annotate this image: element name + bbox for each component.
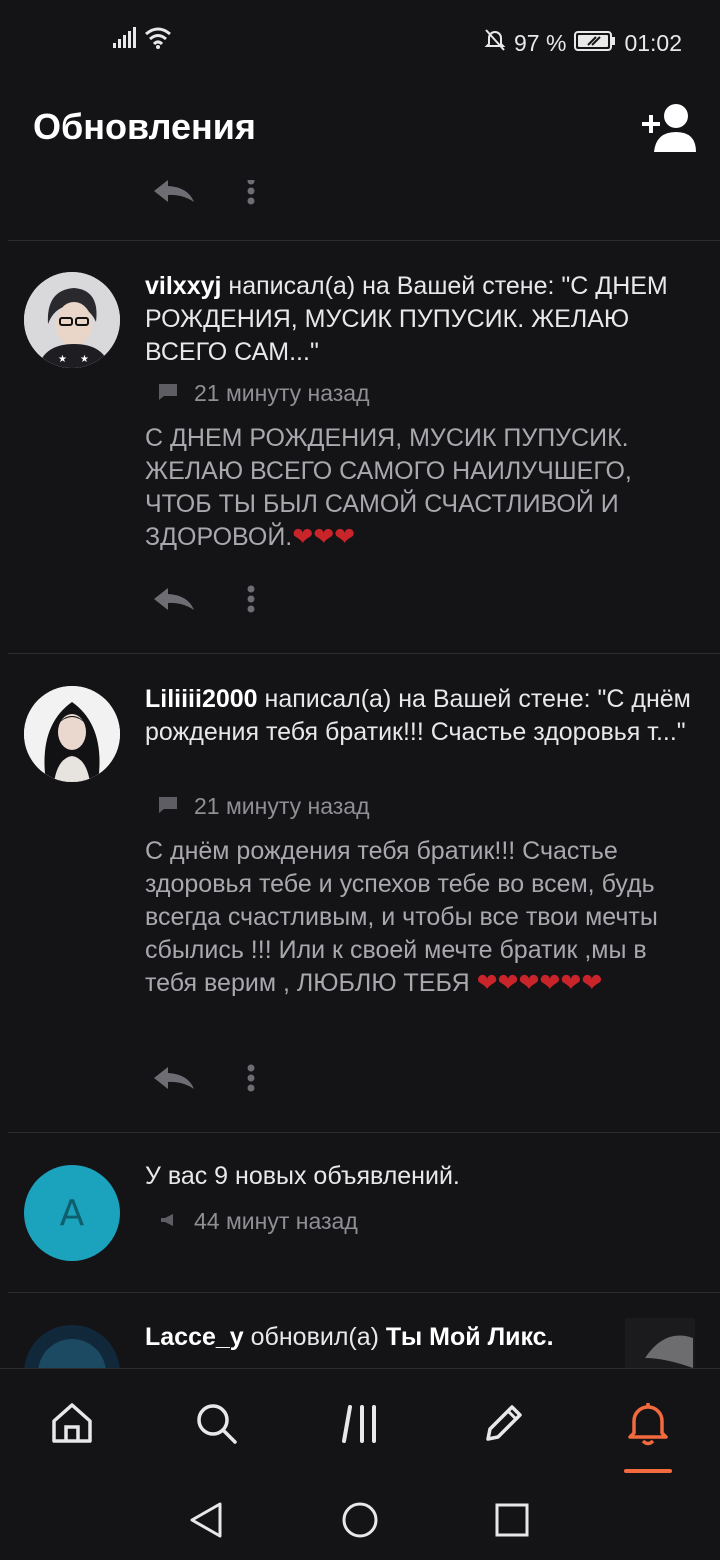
comment-icon [158, 793, 178, 820]
timestamp: 21 минуту назад [194, 793, 370, 819]
action-row [150, 180, 256, 211]
wifi-icon [144, 26, 172, 55]
divider [8, 653, 720, 654]
signal-icon [112, 27, 138, 54]
reply-icon[interactable] [150, 1063, 196, 1098]
battery-icon [574, 30, 616, 57]
divider [8, 1132, 720, 1133]
home-circle-icon[interactable] [341, 1501, 379, 1544]
add-user-icon[interactable] [640, 102, 698, 156]
bottom-navigation [0, 1368, 720, 1480]
bell-icon[interactable] [624, 1399, 672, 1447]
avatar[interactable] [24, 686, 120, 782]
battery-percent: 97 % [514, 29, 567, 56]
timestamp: 21 минуту назад [194, 380, 370, 406]
timestamp: 44 минут назад [194, 1208, 358, 1234]
notifications-feed[interactable]: ★ ★ vilxxyj написал(а) на Вашей стене: "… [0, 180, 720, 1368]
reply-icon[interactable] [150, 180, 196, 211]
svg-text:★: ★ [58, 354, 67, 365]
avatar[interactable]: ★ ★ [24, 272, 120, 368]
active-tab-indicator [624, 1469, 672, 1473]
clock: 01:02 [624, 29, 682, 56]
page-title: Обновления [33, 106, 256, 147]
notification-headline[interactable]: Lacce_y обновил(а) Ты Мой Ликс. [145, 1321, 615, 1354]
search-icon[interactable] [192, 1399, 240, 1447]
post-text: С ДНЕМ РОЖДЕНИЯ, МУСИК ПУПУСИК. ЖЕЛАЮ ВС… [145, 424, 632, 551]
system-navigation [0, 1480, 720, 1560]
feed-icon[interactable] [336, 1399, 384, 1447]
pencil-icon[interactable] [480, 1399, 528, 1447]
username[interactable]: Lacce_y [145, 1323, 244, 1351]
avatar-letter: A [59, 1192, 85, 1234]
action-row [150, 1063, 256, 1098]
back-icon[interactable] [188, 1500, 224, 1545]
mute-bell-icon [484, 28, 506, 58]
avatar[interactable] [24, 1325, 120, 1368]
notification-meta: 21 минуту назад [158, 380, 370, 407]
more-vertical-icon[interactable] [246, 1063, 256, 1098]
notification-headline[interactable]: vilxxyj написал(а) на Вашей стене: "С ДН… [145, 270, 695, 369]
more-vertical-icon[interactable] [246, 180, 256, 211]
status-bar: 97 % 01:02 [0, 0, 720, 84]
recents-icon[interactable] [495, 1503, 529, 1542]
megaphone-icon [158, 1208, 178, 1235]
action-row [150, 584, 256, 619]
svg-text:★: ★ [80, 354, 89, 365]
comment-icon [158, 380, 178, 407]
notification-meta: 44 минут назад [158, 1208, 358, 1235]
announcement-text[interactable]: У вас 9 новых объявлений. [145, 1160, 695, 1193]
divider [8, 240, 720, 241]
app-header: Обновления [0, 84, 720, 180]
post-title[interactable]: Ты Мой Ликс. [386, 1323, 554, 1351]
notification-meta: 21 минуту назад [158, 793, 370, 820]
heart-emoji: ❤❤❤ [292, 523, 356, 551]
heart-emoji: ❤❤❤❤❤❤ [476, 969, 603, 997]
username[interactable]: vilxxyj [145, 272, 221, 300]
divider [8, 1292, 720, 1293]
home-icon[interactable] [48, 1399, 96, 1447]
announcement-avatar[interactable]: A [24, 1165, 120, 1261]
more-vertical-icon[interactable] [246, 584, 256, 619]
post-thumbnail[interactable] [625, 1318, 695, 1368]
post-text: С днём рождения тебя братик!!! Счастье з… [145, 837, 658, 997]
notification-headline[interactable]: Liliiii2000 написал(а) на Вашей стене: "… [145, 683, 695, 749]
reply-icon[interactable] [150, 584, 196, 619]
username[interactable]: Liliiii2000 [145, 685, 258, 713]
